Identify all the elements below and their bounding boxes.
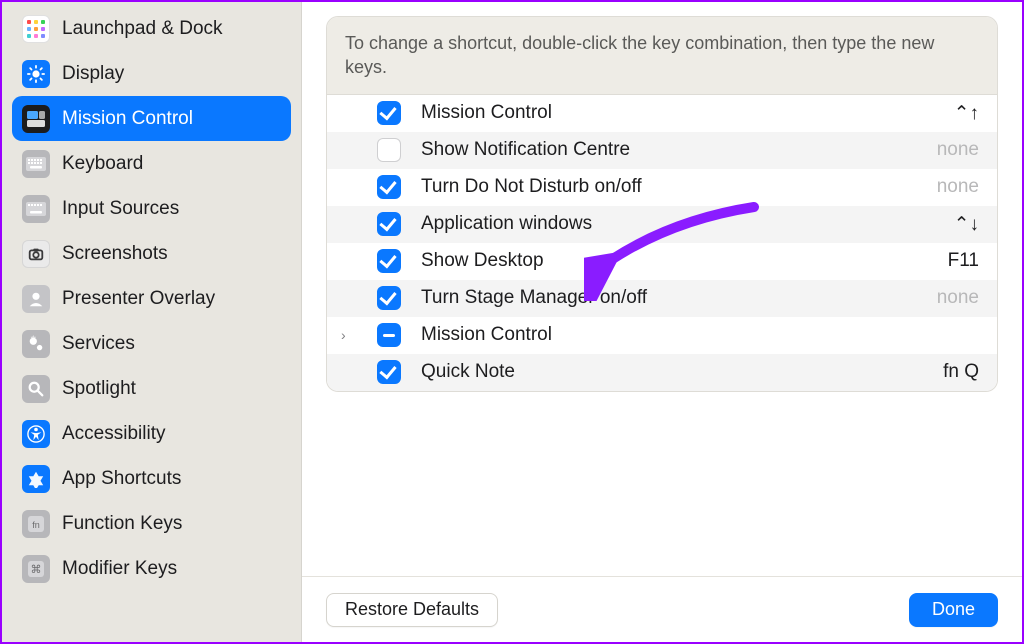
sidebar-item-accessibility[interactable]: Accessibility [12, 411, 291, 456]
sidebar-item-label: Modifier Keys [62, 558, 177, 580]
accessibility-icon [22, 420, 50, 448]
checkbox[interactable] [377, 286, 401, 310]
modifier-keys-icon: ⌘ [22, 555, 50, 583]
main-pane: To change a shortcut, double-click the k… [302, 2, 1022, 642]
app-shortcuts-icon [22, 465, 50, 493]
sidebar-item-label: Screenshots [62, 243, 168, 265]
sidebar-item-presenter-overlay[interactable]: Presenter Overlay [12, 276, 291, 321]
sidebar-item-label: Display [62, 63, 124, 85]
launchpad-icon [22, 15, 50, 43]
checkbox[interactable] [377, 323, 401, 347]
checkbox[interactable] [377, 101, 401, 125]
checkbox[interactable] [377, 175, 401, 199]
shortcut-label: Turn Stage Manager on/off [421, 287, 937, 309]
sidebar-item-app-shortcuts[interactable]: App Shortcuts [12, 456, 291, 501]
content: To change a shortcut, double-click the k… [302, 2, 1022, 576]
sidebar-item-modifier-keys[interactable]: ⌘ Modifier Keys [12, 546, 291, 591]
sidebar-item-display[interactable]: Display [12, 51, 291, 96]
panel-hint: To change a shortcut, double-click the k… [327, 17, 997, 95]
shortcut-label: Mission Control [421, 102, 954, 124]
restore-defaults-button[interactable]: Restore Defaults [326, 593, 498, 627]
shortcut-label: Mission Control [421, 324, 979, 346]
shortcut-label: Show Notification Centre [421, 139, 937, 161]
shortcut-row[interactable]: Quick Note fn Q [327, 354, 997, 391]
shortcut-key[interactable]: none [937, 287, 979, 309]
sidebar-item-label: App Shortcuts [62, 468, 181, 490]
spotlight-icon [22, 375, 50, 403]
sidebar: Launchpad & Dock Display Mission Control… [2, 2, 302, 642]
svg-text:⌘: ⌘ [31, 564, 42, 576]
shortcut-row[interactable]: Turn Do Not Disturb on/off none [327, 169, 997, 206]
shortcut-row[interactable]: Mission Control ⌃↑ [327, 95, 997, 132]
display-icon [22, 60, 50, 88]
shortcut-key[interactable]: none [937, 176, 979, 198]
sidebar-item-label: Spotlight [62, 378, 136, 400]
sidebar-item-label: Services [62, 333, 135, 355]
input-sources-icon [22, 195, 50, 223]
function-keys-icon: fn [22, 510, 50, 538]
shortcut-label: Turn Do Not Disturb on/off [421, 176, 937, 198]
mission-control-icon [22, 105, 50, 133]
sidebar-item-label: Function Keys [62, 513, 182, 535]
shortcut-row[interactable]: Turn Stage Manager on/off none [327, 280, 997, 317]
shortcut-row[interactable]: Application windows ⌃↓ [327, 206, 997, 243]
shortcuts-panel: To change a shortcut, double-click the k… [326, 16, 998, 392]
sidebar-item-keyboard[interactable]: Keyboard [12, 141, 291, 186]
sidebar-item-label: Launchpad & Dock [62, 18, 223, 40]
checkbox[interactable] [377, 249, 401, 273]
presenter-overlay-icon [22, 285, 50, 313]
checkbox[interactable] [377, 212, 401, 236]
svg-text:fn: fn [32, 520, 40, 530]
disclosure-icon[interactable]: › [341, 327, 355, 343]
keyboard-icon [22, 150, 50, 178]
sidebar-item-label: Keyboard [62, 153, 143, 175]
services-icon [22, 330, 50, 358]
sidebar-item-launchpad[interactable]: Launchpad & Dock [12, 6, 291, 51]
sidebar-item-label: Input Sources [62, 198, 179, 220]
shortcut-key[interactable]: ⌃↓ [954, 213, 979, 236]
shortcut-key[interactable]: ⌃↑ [954, 102, 979, 125]
checkbox[interactable] [377, 138, 401, 162]
shortcut-key[interactable]: none [937, 139, 979, 161]
sidebar-item-spotlight[interactable]: Spotlight [12, 366, 291, 411]
sidebar-item-label: Presenter Overlay [62, 288, 215, 310]
sidebar-item-input-sources[interactable]: Input Sources [12, 186, 291, 231]
sidebar-item-services[interactable]: Services [12, 321, 291, 366]
shortcut-row[interactable]: Show Desktop F11 [327, 243, 997, 280]
sidebar-item-mission-control[interactable]: Mission Control [12, 96, 291, 141]
shortcut-rows: Mission Control ⌃↑ Show Notification Cen… [327, 95, 997, 391]
footer: Restore Defaults Done [302, 576, 1022, 642]
shortcut-key[interactable]: F11 [948, 250, 979, 272]
shortcut-label: Application windows [421, 213, 954, 235]
shortcut-key[interactable]: fn Q [943, 361, 979, 383]
shortcut-label: Quick Note [421, 361, 943, 383]
shortcut-label: Show Desktop [421, 250, 948, 272]
sidebar-item-screenshots[interactable]: Screenshots [12, 231, 291, 276]
sidebar-item-label: Mission Control [62, 108, 193, 130]
screenshots-icon [22, 240, 50, 268]
sidebar-item-label: Accessibility [62, 423, 165, 445]
shortcut-row[interactable]: › Mission Control [327, 317, 997, 354]
shortcut-row[interactable]: Show Notification Centre none [327, 132, 997, 169]
done-button[interactable]: Done [909, 593, 998, 627]
checkbox[interactable] [377, 360, 401, 384]
sidebar-item-function-keys[interactable]: fn Function Keys [12, 501, 291, 546]
